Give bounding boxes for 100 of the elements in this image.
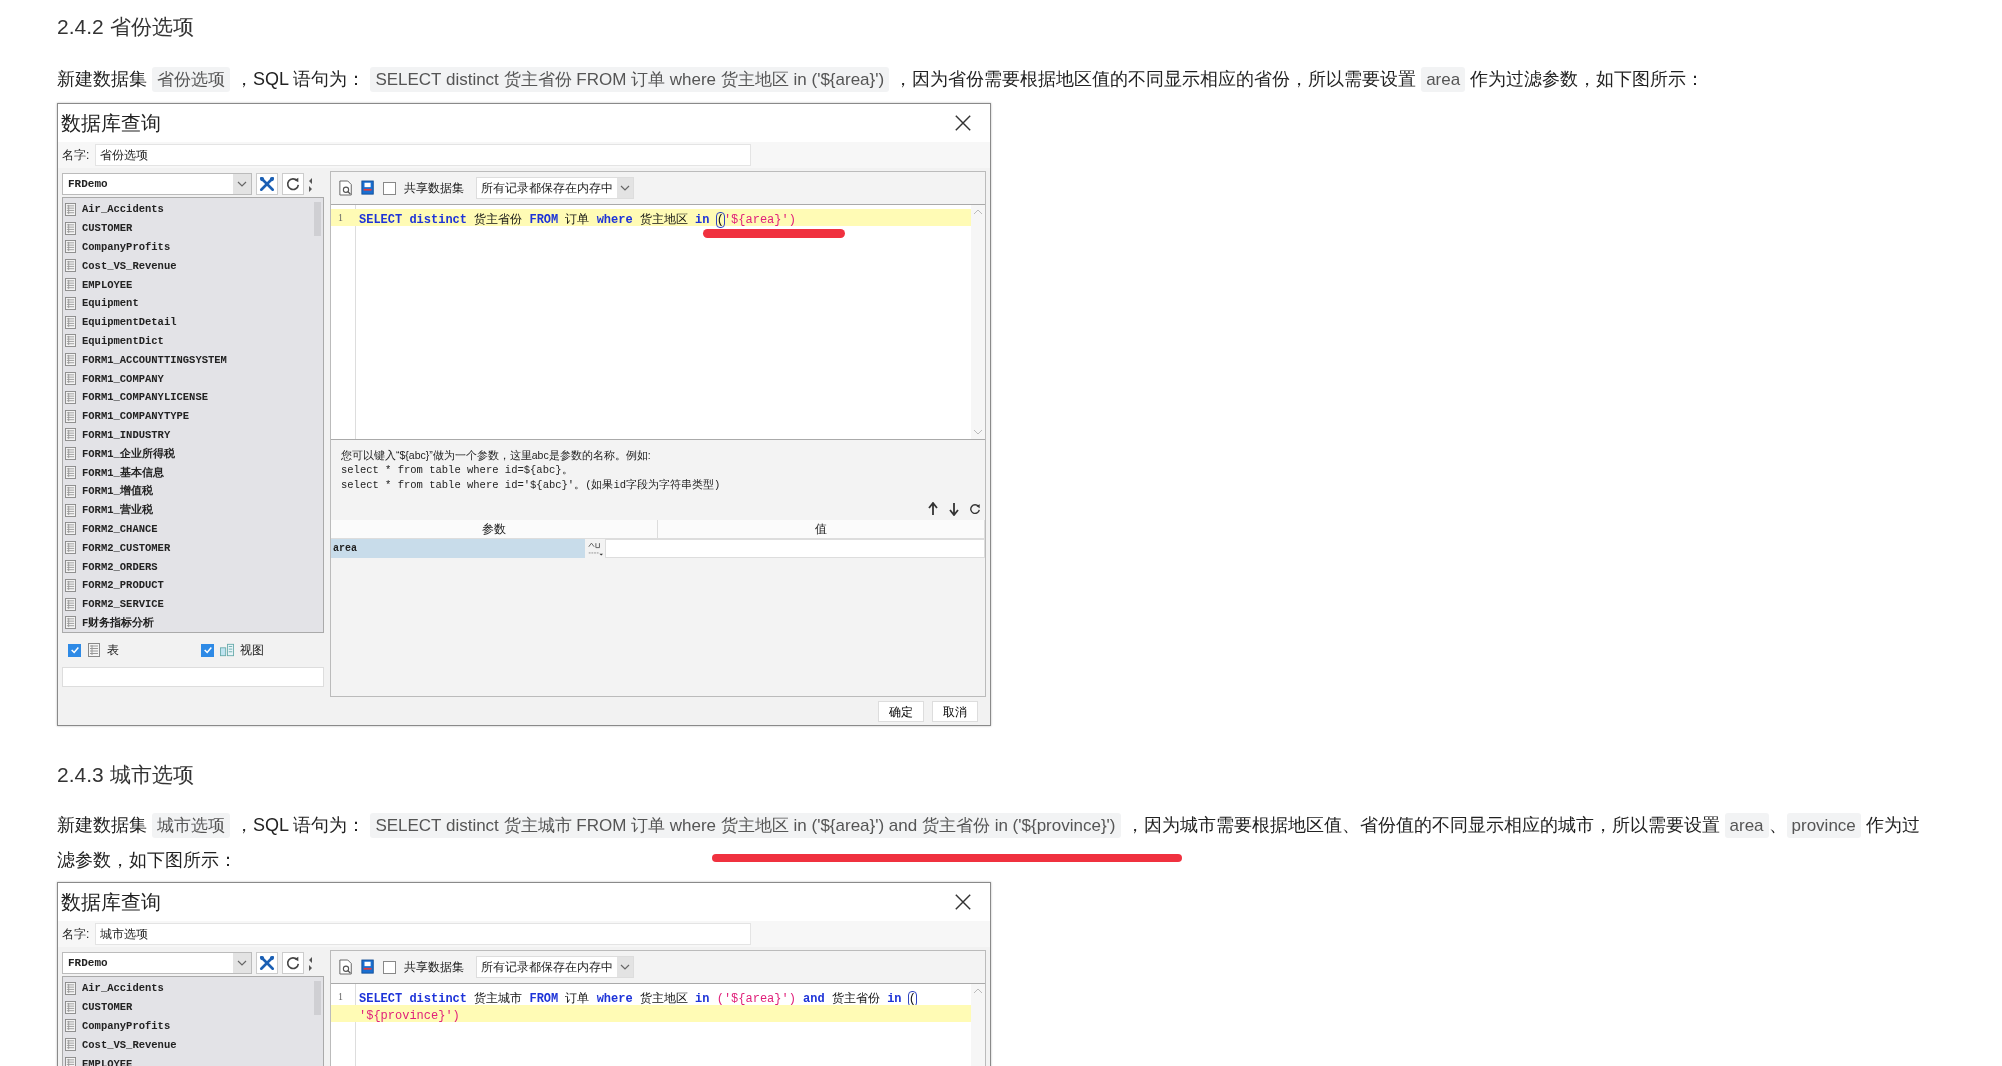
table-icon bbox=[65, 409, 76, 423]
table-name[interactable]: CompanyProfits bbox=[82, 241, 171, 253]
table-name[interactable]: FORM1_COMPANYTYPE bbox=[82, 410, 190, 423]
chevron-down-icon bbox=[620, 185, 630, 191]
table-name[interactable]: FORM2_CHANCE bbox=[82, 522, 158, 535]
table-name[interactable]: Cost_VS_Revenue bbox=[82, 259, 177, 272]
table-name[interactable]: FORM1_增值税 bbox=[82, 484, 153, 499]
table-name[interactable]: F财务指标分析 bbox=[82, 615, 155, 630]
table-icon bbox=[65, 259, 76, 273]
table-icon bbox=[65, 522, 76, 536]
table-name[interactable]: Air_Accidents bbox=[82, 982, 164, 995]
code-line: '${province}') bbox=[359, 1009, 460, 1023]
table-name[interactable]: CUSTOMER bbox=[82, 1001, 133, 1014]
section-heading: 2.4.2 省份选项 bbox=[57, 14, 195, 40]
name-field[interactable]: 城市选项 bbox=[95, 923, 752, 945]
column-header[interactable]: 值 bbox=[658, 520, 985, 538]
table-icon bbox=[65, 390, 76, 404]
column-header[interactable]: 参数 bbox=[331, 520, 658, 538]
refresh-icon[interactable] bbox=[282, 173, 304, 195]
filter-label: 表 bbox=[107, 641, 119, 659]
table-name[interactable]: CompanyProfits bbox=[82, 1020, 171, 1032]
checkbox[interactable] bbox=[383, 960, 396, 974]
table-icon bbox=[65, 315, 76, 329]
arrow-down-icon[interactable] bbox=[948, 502, 960, 516]
preview-icon[interactable] bbox=[339, 959, 353, 975]
dialog-title: 数据库查询 bbox=[61, 110, 161, 136]
table-icon bbox=[65, 353, 76, 367]
sql-editor[interactable]: 1 SELECT distinct 货主省份 FROM 订单 where 货主地区 in ('${area}') bbox=[331, 204, 985, 440]
table-name[interactable]: Air_Accidents bbox=[82, 203, 164, 216]
filter-label: 视图 bbox=[240, 641, 264, 659]
table-icon bbox=[65, 1038, 76, 1052]
table-icon bbox=[65, 616, 76, 630]
preview-icon[interactable] bbox=[339, 180, 353, 196]
table-name[interactable]: EquipmentDetail bbox=[82, 316, 177, 329]
table-name[interactable]: FORM1_营业税 bbox=[82, 503, 153, 518]
table-name[interactable]: FORM2_SERVICE bbox=[82, 598, 164, 611]
table-name[interactable]: FORM1_COMPANY bbox=[82, 372, 164, 385]
datasource-dropdown[interactable]: FRDemo bbox=[62, 173, 252, 195]
table-name[interactable]: FORM1_COMPANYLICENSE bbox=[82, 391, 209, 404]
dialog-button[interactable]: 取消 bbox=[932, 700, 978, 722]
table-name[interactable]: EquipmentDict bbox=[82, 334, 164, 347]
table-name[interactable]: Cost_VS_Revenue bbox=[82, 1038, 177, 1051]
table-name[interactable]: FORM1_ACCOUNTTINGSYSTEM bbox=[82, 353, 227, 366]
table-icon bbox=[65, 221, 76, 235]
share-label: 共享数据集 bbox=[404, 958, 464, 976]
refresh-icon[interactable] bbox=[969, 502, 981, 516]
share-label: 共享数据集 bbox=[404, 179, 464, 197]
close-icon[interactable] bbox=[954, 114, 972, 132]
table-icon bbox=[65, 296, 76, 310]
table-icon bbox=[65, 541, 76, 555]
name-label: 名字: bbox=[62, 925, 90, 943]
hint-text: select * from table where id=${abc}。 bbox=[341, 463, 574, 478]
checkbox[interactable] bbox=[201, 643, 214, 657]
name-field[interactable]: 省份选项 bbox=[95, 144, 752, 166]
collapse-icon[interactable] bbox=[308, 955, 312, 971]
table-name[interactable]: EMPLOYEE bbox=[82, 278, 133, 291]
table-icon bbox=[65, 334, 76, 348]
arrow-up-icon[interactable] bbox=[927, 502, 939, 516]
table-name[interactable]: FORM2_CUSTOMER bbox=[82, 541, 171, 554]
table-name[interactable]: FORM2_PRODUCT bbox=[82, 579, 164, 592]
view-icon bbox=[220, 643, 234, 657]
chevron-down-icon bbox=[620, 964, 630, 970]
table-icon bbox=[65, 503, 76, 517]
search-field[interactable] bbox=[62, 667, 324, 687]
collapse-icon[interactable] bbox=[308, 176, 312, 192]
table-name[interactable]: EMPLOYEE bbox=[82, 1057, 133, 1066]
parameter-name[interactable]: area bbox=[331, 539, 585, 558]
dialog-button[interactable]: 确定 bbox=[878, 700, 924, 722]
cache-mode-dropdown[interactable]: 所有记录都保存在内存中 bbox=[476, 177, 634, 199]
tools-icon[interactable] bbox=[256, 173, 278, 195]
refresh-icon[interactable] bbox=[282, 952, 304, 974]
save-icon[interactable] bbox=[361, 959, 375, 975]
table-icon bbox=[65, 578, 76, 592]
line-number: 1 bbox=[338, 990, 343, 1004]
paragraph: 新建数据集 省份选项 ，SQL 语句为： SELECT distinct 货主省份 FROM 订单 where 货主地区 in ('${area}') ，因为省份需要根据地区值的不同显示相应的省份，所以需要设置 area 作为过滤参数，如下图所示： bbox=[57, 62, 1937, 97]
line-number: 1 bbox=[338, 211, 343, 225]
tools-icon[interactable] bbox=[256, 952, 278, 974]
table-name[interactable]: FORM2_ORDERS bbox=[82, 560, 158, 573]
chevron-down-icon bbox=[237, 181, 247, 187]
table-name[interactable]: Equipment bbox=[82, 297, 139, 310]
code-line: SELECT distinct 货主城市 FROM 订单 where 货主地区 in ('${area}') and 货主省份 in ( bbox=[359, 992, 916, 1006]
cache-mode-dropdown[interactable]: 所有记录都保存在内存中 bbox=[476, 956, 634, 978]
save-icon[interactable] bbox=[361, 180, 375, 196]
checkbox[interactable] bbox=[383, 181, 396, 195]
table-name[interactable]: FORM1_企业所得税 bbox=[82, 446, 175, 461]
type-icon[interactable] bbox=[587, 541, 603, 556]
table-icon bbox=[65, 447, 76, 461]
chevron-down-icon bbox=[237, 960, 247, 966]
close-icon[interactable] bbox=[954, 893, 972, 911]
paragraph: 新建数据集 城市选项 ，SQL 语句为： SELECT distinct 货主城市 FROM 订单 where 货主地区 in ('${area}') and 货主省份 in ('${province}') ，因为城市需要根据地区值、省份值的不同显示相应的城市，所以需要设置 area 、 province 作为过滤参数，如下图所示： bbox=[57, 812, 1921, 872]
checkbox[interactable] bbox=[68, 643, 81, 657]
table-name[interactable]: FORM1_INDUSTRY bbox=[82, 428, 171, 441]
hint-text: 您可以键入“${abc}”做为一个参数，这里abc是参数的名称。例如: bbox=[341, 448, 652, 463]
value-field[interactable] bbox=[605, 539, 985, 558]
name-label: 名字: bbox=[62, 146, 90, 164]
code-line: SELECT distinct 货主省份 FROM 订单 where 货主地区 in ('${area}') bbox=[359, 213, 796, 227]
table-name[interactable]: CUSTOMER bbox=[82, 222, 133, 235]
table-name[interactable]: FORM1_基本信息 bbox=[82, 465, 164, 480]
sql-editor[interactable]: 1 SELECT distinct 货主城市 FROM 订单 where 货主地区 in ('${area}') and 货主省份 in ( '${province}') bbox=[331, 983, 985, 1066]
datasource-dropdown[interactable]: FRDemo bbox=[62, 952, 252, 974]
